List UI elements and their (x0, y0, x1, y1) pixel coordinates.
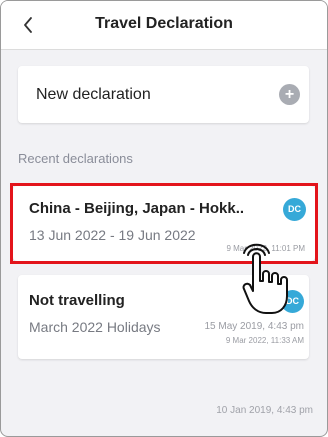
new-declaration-label: New declaration (36, 86, 151, 103)
declaration-description: March 2022 Holidays (29, 319, 161, 335)
page-title: Travel Declaration (95, 15, 233, 32)
section-heading-recent: Recent declarations (18, 151, 133, 166)
last-updated-timestamp: 10 Jan 2019, 4:43 pm (216, 405, 313, 416)
declaration-timestamp: 15 May 2019, 4:43 pm (204, 321, 304, 332)
phone-screen: Travel Declaration New declaration + Rec… (0, 0, 328, 437)
declaration-title: Not travelling (29, 292, 125, 309)
new-declaration-button[interactable]: New declaration + (18, 66, 309, 123)
declaration-timestamp-secondary: 9 Mar 2022, 11:33 AM (225, 336, 304, 345)
declaration-dates: 13 Jun 2022 - 19 Jun 2022 (29, 227, 196, 243)
plus-icon: + (279, 84, 300, 105)
pointing-hand-icon (242, 243, 288, 314)
avatar: DC (283, 198, 306, 221)
app-header: Travel Declaration (1, 1, 327, 50)
declaration-title: China - Beijing, Japan - Hokk.. (29, 200, 245, 217)
